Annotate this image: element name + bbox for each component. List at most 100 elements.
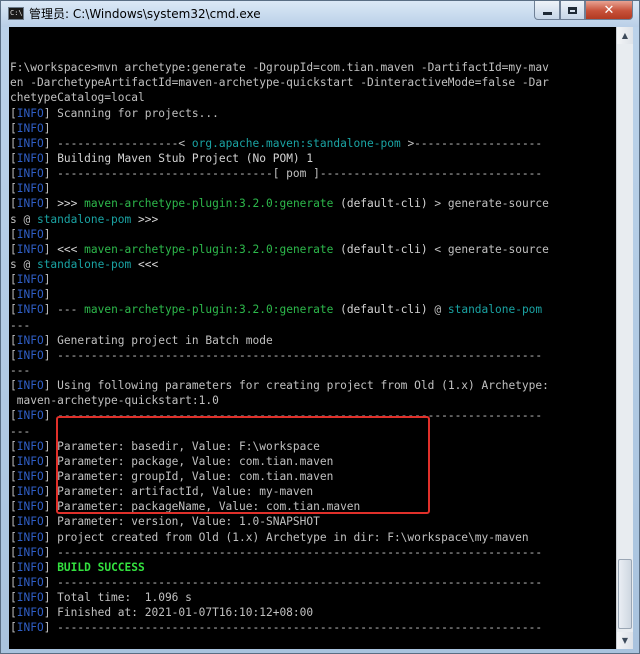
console-line: [INFO] Generating project in Batch mode	[10, 333, 549, 348]
console-text: ] project created from Old (1.x) Archety…	[43, 530, 529, 544]
log-level-tag: INFO	[16, 409, 44, 423]
console-text: maven-archetype-quickstart:1.0	[10, 394, 219, 408]
log-level-tag: INFO	[16, 333, 44, 347]
console-text: [	[10, 560, 17, 574]
console-line: en -DarchetypeArtifactId=maven-archetype…	[10, 75, 549, 90]
console-text: >>>	[57, 197, 85, 211]
console-line: [INFO]	[10, 272, 549, 287]
console-text: @	[427, 303, 448, 317]
console-text: ] --------------------------------------…	[43, 575, 543, 589]
console-line: [INFO] Finished at: 2021-01-07T16:10:12+…	[10, 605, 549, 620]
console-text: [	[10, 106, 17, 120]
console-text: [	[10, 136, 17, 150]
console-text: [	[10, 303, 17, 317]
console-text: standalone-pom	[36, 257, 132, 271]
console-text: [	[10, 606, 17, 620]
minimize-button[interactable]	[534, 1, 560, 20]
arrow-down-icon: ▼	[621, 636, 629, 645]
console-text: [	[10, 121, 17, 135]
maximize-button[interactable]	[560, 1, 585, 20]
log-level-tag: INFO	[16, 545, 44, 559]
console-text: [	[10, 273, 17, 287]
console-text: < generate-source	[427, 242, 549, 256]
log-level-tag: INFO	[16, 167, 44, 181]
console-text: [	[10, 379, 17, 393]
scroll-down-button[interactable]: ▼	[617, 632, 633, 649]
console-line: maven-archetype-quickstart:1.0	[10, 393, 549, 408]
console-text: ]	[43, 242, 58, 256]
log-level-tag: INFO	[16, 515, 44, 529]
log-level-tag: INFO	[16, 288, 44, 302]
console-line: ---	[10, 318, 549, 333]
console-text: ] Generating project in Batch mode	[43, 333, 273, 347]
console-text: org.apache.maven:standalone-pom	[191, 136, 401, 150]
console-line: F:\workspace>mvn archetype:generate -Dgr…	[10, 60, 549, 75]
log-level-tag: INFO	[16, 182, 44, 196]
console-line: [INFO] Parameter: version, Value: 1.0-SN…	[10, 514, 549, 529]
console-text: ] Finished at: 2021-01-07T16:10:12+08:00	[43, 606, 314, 620]
console-text: ] --------------------------------------…	[43, 348, 543, 362]
log-level-tag: INFO	[16, 242, 44, 256]
console-text: [	[10, 469, 17, 483]
console-text: [	[10, 621, 17, 635]
scroll-up-button[interactable]: ▲	[617, 27, 633, 44]
log-level-tag: INFO	[16, 439, 44, 453]
close-button[interactable]: ✕	[585, 1, 633, 20]
console-text: ]	[43, 288, 51, 302]
console-text: ] --------------------------------[ pom …	[43, 167, 543, 181]
cmd-app-icon[interactable]: C:\	[8, 7, 24, 20]
log-level-tag: INFO	[16, 500, 44, 514]
vertical-scrollbar[interactable]: ▲ ▼	[616, 27, 633, 649]
console-text: maven-archetype-plugin:3.2.0:generate	[84, 242, 334, 256]
log-level-tag: INFO	[16, 560, 44, 574]
console-text: s @	[10, 257, 37, 271]
console-text: ]	[43, 182, 51, 196]
console-line: [INFO] <<< maven-archetype-plugin:3.2.0:…	[10, 242, 549, 257]
console-text: ---	[10, 318, 31, 332]
console-line: [INFO] >>> maven-archetype-plugin:3.2.0:…	[10, 196, 549, 211]
console-text: [	[10, 545, 17, 559]
console-text: ] --------------------------------------…	[43, 545, 543, 559]
console-line: chetypeCatalog=local	[10, 90, 549, 105]
scrollbar-thumb[interactable]	[618, 559, 632, 629]
console-line: [INFO] BUILD SUCCESS	[10, 560, 549, 575]
log-level-tag: INFO	[16, 303, 44, 317]
title-bar[interactable]: C:\ 管理员: C:\Windows\system32\cmd.exe ✕	[1, 1, 639, 27]
console-text: [	[10, 333, 17, 347]
log-level-tag: INFO	[16, 136, 44, 150]
console-text: [	[10, 485, 17, 499]
console-text: [	[10, 348, 17, 362]
console-text: ]	[43, 197, 58, 211]
console-text: ]	[43, 151, 58, 165]
console-line: [INFO]	[10, 121, 549, 136]
console-line: [INFO] Building Maven Stub Project (No P…	[10, 151, 549, 166]
console-line: [INFO]	[10, 287, 549, 302]
console-text: ] Total time: 1.096 s	[43, 591, 192, 605]
log-level-tag: INFO	[16, 591, 44, 605]
cmd-window: C:\ 管理员: C:\Windows\system32\cmd.exe ✕ F…	[0, 0, 640, 654]
console-text: [	[10, 591, 17, 605]
console-text: [	[10, 151, 17, 165]
console-text: [	[10, 197, 17, 211]
log-level-tag: INFO	[16, 348, 44, 362]
log-level-tag: INFO	[16, 485, 44, 499]
console-text: [	[10, 515, 17, 529]
console-text: BUILD SUCCESS	[57, 560, 145, 574]
arrow-up-icon: ▲	[621, 31, 629, 40]
console-text: [	[10, 167, 17, 181]
console-line: [INFO] --------------------------------[…	[10, 166, 549, 181]
console-text: [	[10, 182, 17, 196]
console-text: Building Maven Stub Project (No POM) 1	[57, 151, 314, 165]
console-line: [INFO]	[10, 227, 549, 242]
console-output[interactable]: F:\workspace>mvn archetype:generate -Dgr…	[9, 27, 616, 649]
log-level-tag: INFO	[16, 469, 44, 483]
console-line: [INFO] --- maven-archetype-plugin:3.2.0:…	[10, 302, 549, 317]
console-line: [INFO] ---------------------------------…	[10, 620, 549, 635]
log-level-tag: INFO	[16, 454, 44, 468]
console-text: ---	[10, 363, 31, 377]
console-text: (default-cli)	[333, 197, 428, 211]
console-line: s @ standalone-pom <<<	[10, 257, 549, 272]
window-title: 管理员: C:\Windows\system32\cmd.exe	[29, 7, 261, 21]
console-text: [	[10, 575, 17, 589]
console-text: [	[10, 530, 17, 544]
